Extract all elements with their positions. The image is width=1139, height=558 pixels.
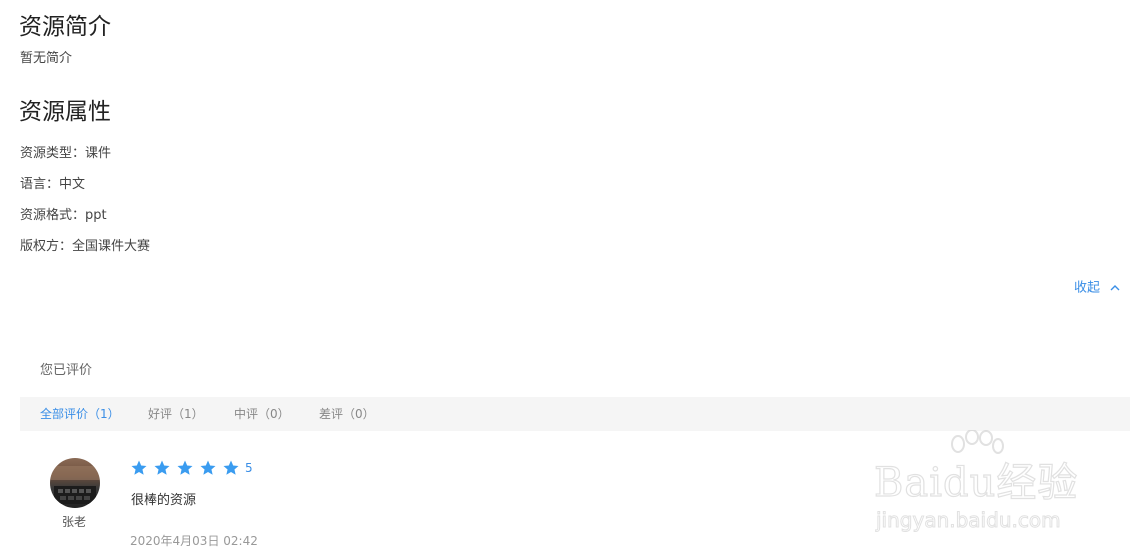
intro-text: 暂无简介 bbox=[20, 51, 73, 66]
collapse-button[interactable]: 收起 bbox=[1074, 279, 1120, 298]
tab-medium-reviews[interactable]: 中评（0） bbox=[234, 406, 290, 422]
tab-bad-reviews[interactable]: 差评（0） bbox=[319, 406, 375, 422]
star-icon bbox=[131, 460, 147, 475]
baidu-watermark: Baidu经验 jingyan.baidu.com bbox=[870, 430, 1090, 540]
rating-stars: 5 bbox=[130, 459, 253, 477]
attribute-language: 语言：中文 bbox=[20, 177, 86, 192]
reviewer-name: 张老 bbox=[62, 515, 87, 529]
attribute-type: 资源类型：课件 bbox=[20, 146, 112, 161]
chevron-up-icon bbox=[1110, 279, 1120, 297]
review-filter-bar: 全部评价（1） 好评（1） 中评（0） 差评（0） bbox=[20, 397, 1130, 431]
avatar[interactable] bbox=[50, 458, 100, 508]
rating-score: 5 bbox=[245, 461, 253, 475]
watermark-url: jingyan.baidu.com bbox=[876, 508, 1062, 533]
attribute-copyright: 版权方：全国课件大赛 bbox=[20, 239, 151, 254]
star-icon bbox=[223, 460, 239, 475]
tab-good-reviews[interactable]: 好评（1） bbox=[148, 406, 204, 422]
rated-status: 您已评价 bbox=[40, 363, 93, 378]
intro-title: 资源简介 bbox=[19, 14, 111, 40]
collapse-label: 收起 bbox=[1074, 280, 1101, 296]
review-text: 很棒的资源 bbox=[131, 493, 197, 508]
review-time: 2020年4月03日 02:42 bbox=[130, 534, 258, 548]
attribute-format: 资源格式：ppt bbox=[20, 208, 107, 223]
attributes-title: 资源属性 bbox=[19, 99, 111, 125]
star-icon bbox=[200, 460, 216, 475]
tab-all-reviews[interactable]: 全部评价（1） bbox=[40, 406, 120, 422]
watermark-brand: Baidu经验 bbox=[873, 459, 1079, 506]
star-icon bbox=[154, 460, 170, 475]
star-icon bbox=[177, 460, 193, 475]
